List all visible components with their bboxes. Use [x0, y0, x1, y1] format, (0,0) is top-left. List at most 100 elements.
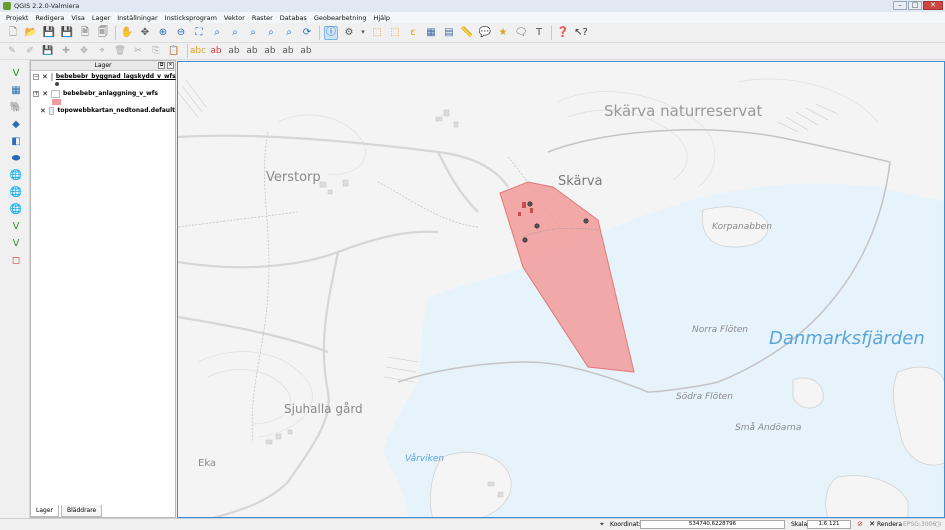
bookmark-icon[interactable]: ★ — [496, 26, 510, 40]
add-postgis-layer-icon[interactable]: 🐘 — [8, 100, 24, 114]
map-canvas[interactable]: Skärva naturreservat Verstorp Skärva Kor… — [177, 61, 945, 518]
new-project-icon[interactable]: 🗋 — [6, 26, 20, 40]
zoom-native-icon[interactable]: ⌕ — [246, 26, 260, 40]
zoom-out-icon[interactable]: ⊖ — [174, 26, 188, 40]
close-button[interactable]: ✕ — [923, 1, 943, 10]
messages-icon[interactable]: ◷ — [933, 520, 943, 529]
zoom-full-icon[interactable]: ⛶ — [192, 26, 206, 40]
menu-lager[interactable]: Lager — [92, 14, 110, 22]
menu-hjalp[interactable]: Hjälp — [373, 14, 390, 22]
cut-features-icon[interactable]: ✂ — [132, 45, 144, 57]
add-feature-icon[interactable]: ✚ — [60, 45, 72, 57]
new-shapefile-icon[interactable]: V — [8, 236, 24, 250]
label-sodra-floten: Södra Flöten — [676, 392, 733, 402]
expand-icon[interactable]: + — [33, 90, 39, 97]
toggle-editing-icon[interactable]: ✐ — [24, 45, 36, 57]
menu-raster[interactable]: Raster — [252, 14, 273, 22]
layer-visibility-checkbox[interactable]: ✕ — [42, 90, 48, 97]
identify-features-icon[interactable]: ⓘ — [324, 25, 338, 40]
pan-to-selection-icon[interactable]: ✥ — [138, 26, 152, 40]
add-mssql-layer-icon[interactable]: ◧ — [8, 134, 24, 148]
select-features-icon[interactable]: ⬚ — [370, 26, 384, 40]
label-highlight-icon[interactable]: ab — [210, 45, 222, 57]
pan-map-icon[interactable]: ✋ — [120, 26, 134, 40]
annotation-icon[interactable]: 🗨 — [514, 26, 528, 40]
layer-name[interactable]: bebebebr_byggnad_lagskydd_v_wfs — [56, 73, 176, 80]
tab-lager[interactable]: Lager — [30, 505, 59, 517]
layer-row[interactable]: ✕ topowebbkartan_nedtonad.default — [31, 105, 175, 116]
save-project-icon[interactable]: 💾 — [42, 26, 56, 40]
add-wcs-layer-icon[interactable]: 🌐 — [8, 185, 24, 199]
label-move-icon[interactable]: ab — [264, 45, 276, 57]
stop-render-icon[interactable]: ⊘ — [855, 520, 865, 529]
scale-field[interactable]: 1:6 121 — [807, 520, 851, 529]
close-panel-icon[interactable]: ✕ — [167, 62, 174, 69]
label-pin-icon[interactable]: ab — [228, 45, 240, 57]
refresh-icon[interactable]: ⟳ — [300, 26, 314, 40]
minimize-button[interactable]: – — [893, 1, 907, 10]
crs-label[interactable]: EPSG:3006 — [903, 520, 936, 529]
paste-features-icon[interactable]: 📋 — [168, 45, 180, 57]
add-spatialite-layer-icon[interactable]: ◆ — [8, 117, 24, 131]
zoom-to-selection-icon[interactable]: ⌕ — [210, 26, 224, 40]
attribute-table-icon[interactable]: ▦ — [424, 26, 438, 40]
maximize-button[interactable]: □ — [908, 1, 922, 10]
label-tool-icon[interactable]: abc — [190, 45, 206, 57]
whats-this-icon[interactable]: ↖? — [574, 26, 588, 40]
measure-icon[interactable]: 📏 — [460, 26, 474, 40]
open-project-icon[interactable]: 📂 — [24, 26, 38, 40]
layer-name[interactable]: bebebebr_anlaggning_v_wfs — [63, 90, 158, 97]
layer-visibility-checkbox[interactable]: ✕ — [42, 73, 48, 80]
zoom-last-icon[interactable]: ⌕ — [264, 26, 278, 40]
print-composer-icon[interactable]: 🗎 — [78, 26, 92, 40]
menu-visa[interactable]: Visa — [71, 14, 84, 22]
map-tips-icon[interactable]: 💬 — [478, 26, 492, 40]
window-titlebar: QGIS 2.2.0-Valmiera – □ ✕ — [0, 0, 945, 12]
menu-installningar[interactable]: Inställningar — [117, 14, 157, 22]
deselect-icon[interactable]: ⬚ — [388, 26, 402, 40]
help-icon[interactable]: ❓ — [556, 26, 570, 40]
menu-vektor[interactable]: Vektor — [224, 14, 245, 22]
menu-insticksprogram[interactable]: Insticksprogram — [165, 14, 217, 22]
menu-geobearbetning[interactable]: Geobearbetning — [314, 14, 367, 22]
menu-projekt[interactable]: Projekt — [6, 14, 28, 22]
coordinate-field[interactable]: 534740,6228796 — [640, 520, 785, 529]
layer-name[interactable]: topowebbkartan_nedtonad.default — [57, 107, 175, 114]
save-edits-icon[interactable]: 💾 — [42, 45, 54, 57]
zoom-next-icon[interactable]: ⌕ — [282, 26, 296, 40]
menu-redigera[interactable]: Redigera — [35, 14, 64, 22]
label-rotate-icon[interactable]: ab — [282, 45, 294, 57]
coordinate-toggle-icon[interactable]: ⌖ — [597, 520, 607, 529]
node-tool-icon[interactable]: ⌖ — [96, 45, 108, 57]
new-temporary-layer-icon[interactable]: ◻ — [8, 253, 24, 267]
render-checkbox[interactable]: ✕ — [867, 520, 877, 529]
composer-manager-icon[interactable]: 🗐 — [96, 26, 110, 40]
layer-row[interactable]: + ✕ bebebebr_anlaggning_v_wfs — [31, 88, 175, 99]
delete-selected-icon[interactable]: 🗑 — [114, 45, 126, 57]
float-panel-icon[interactable]: ⧉ — [158, 62, 165, 69]
add-wms-layer-icon[interactable]: 🌐 — [8, 168, 24, 182]
collapse-icon[interactable]: − — [33, 73, 39, 80]
add-raster-layer-icon[interactable]: ▦ — [8, 83, 24, 97]
text-annotation-icon[interactable]: T — [532, 26, 546, 40]
save-as-icon[interactable]: 💾 — [60, 26, 74, 40]
tab-bladdrare[interactable]: Bläddrare — [61, 505, 103, 517]
field-calculator-icon[interactable]: ▤ — [442, 26, 456, 40]
copy-features-icon[interactable]: ⎘ — [150, 45, 162, 57]
add-delimited-text-icon[interactable]: V — [8, 219, 24, 233]
zoom-in-icon[interactable]: ⊕ — [156, 26, 170, 40]
run-action-icon[interactable]: ⚙ — [342, 26, 356, 40]
dropdown-icon[interactable]: ▾ — [360, 26, 366, 40]
label-show-hide-icon[interactable]: ab — [246, 45, 258, 57]
move-feature-icon[interactable]: ✥ — [78, 45, 90, 57]
layer-row[interactable]: − ✕ bebebebr_byggnad_lagskydd_v_wfs — [31, 71, 176, 82]
add-vector-layer-icon[interactable]: V — [8, 66, 24, 80]
menu-databas[interactable]: Databas — [280, 14, 307, 22]
label-change-icon[interactable]: ab — [300, 45, 312, 57]
layer-visibility-checkbox[interactable]: ✕ — [40, 107, 46, 114]
zoom-to-layer-icon[interactable]: ⌕ — [228, 26, 242, 40]
select-by-expression-icon[interactable]: ε — [406, 26, 420, 40]
add-oracle-layer-icon[interactable]: ⬬ — [8, 151, 24, 165]
current-edits-icon[interactable]: ✎ — [6, 45, 18, 57]
add-wfs-layer-icon[interactable]: 🌐 — [8, 202, 24, 216]
